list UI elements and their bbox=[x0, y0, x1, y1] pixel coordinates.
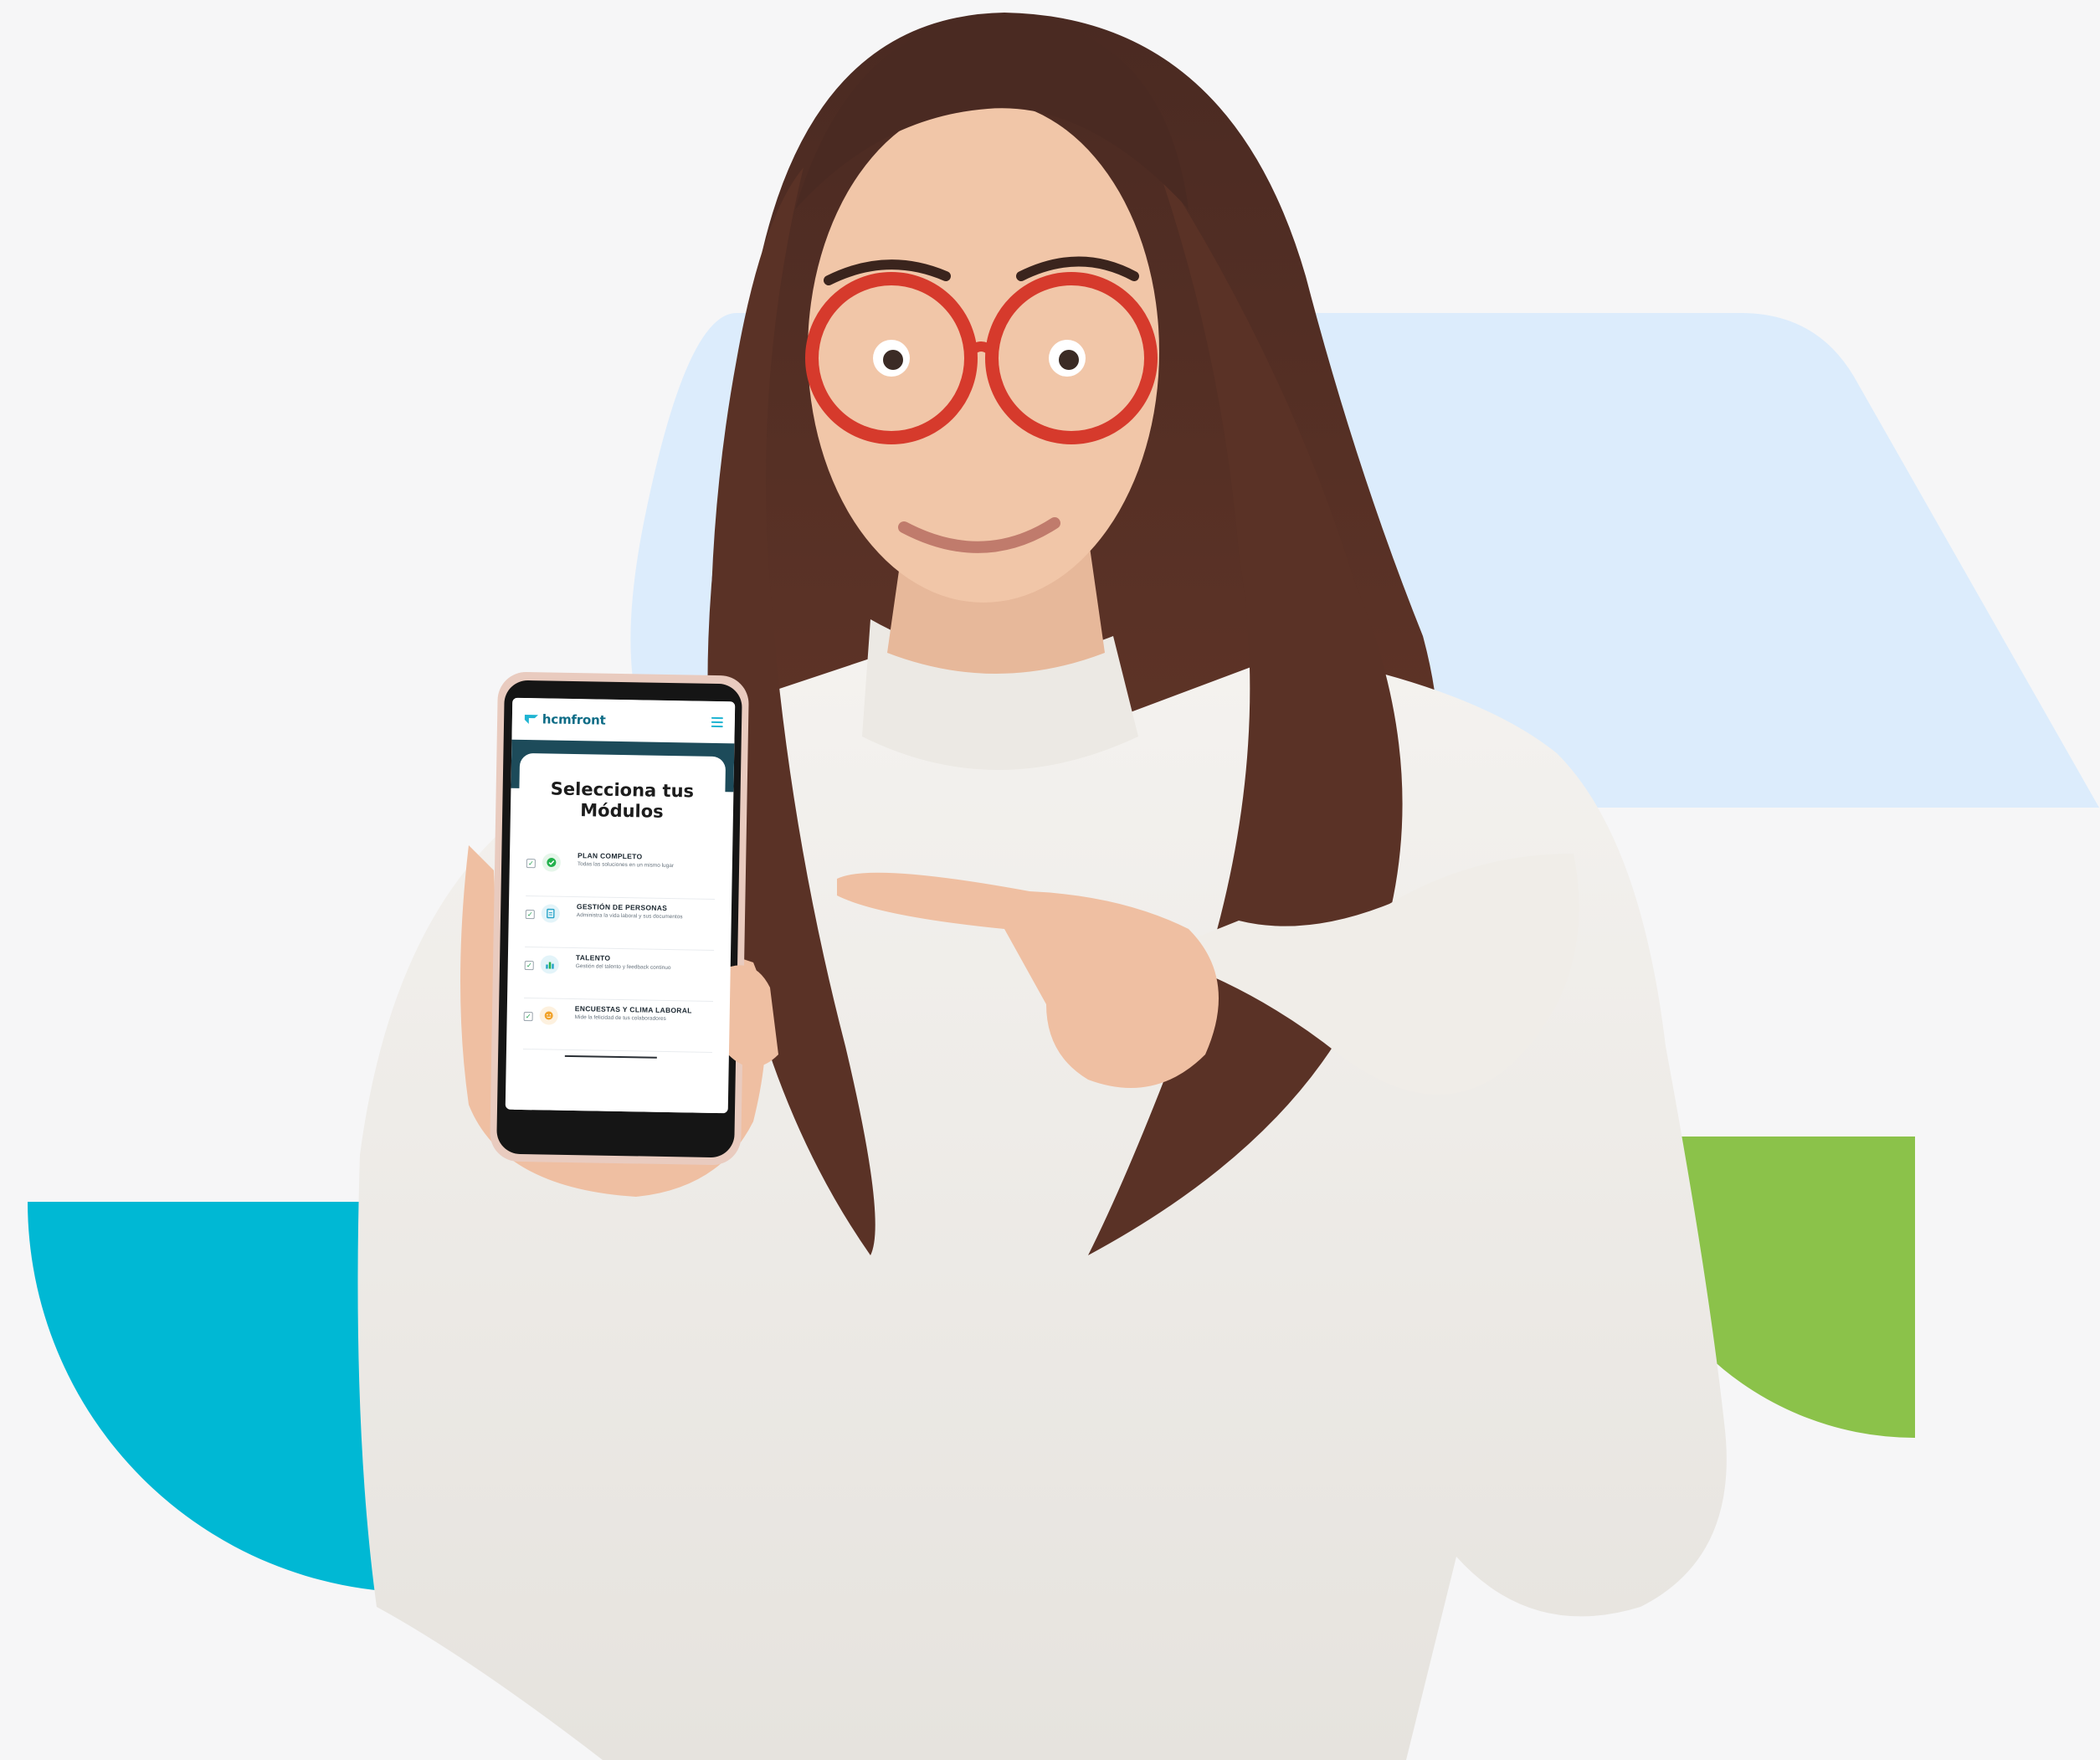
document-icon bbox=[541, 904, 561, 923]
page-title: Selecciona tus Módulos bbox=[550, 778, 695, 822]
module-checkbox[interactable]: ✓ bbox=[524, 961, 534, 971]
module-item-talento[interactable]: ✓ TALENTO Gestión del talento y feedback… bbox=[524, 947, 715, 1002]
module-title: ENCUESTAS Y CLIMA LABORAL bbox=[574, 1004, 692, 1015]
module-title: GESTIÓN DE PERSONAS bbox=[576, 902, 668, 912]
module-description: Todas las soluciones en un mismo lugar bbox=[577, 861, 675, 870]
module-description: Mide la felicidad de tus colaboradores bbox=[574, 1014, 666, 1022]
check-shield-icon bbox=[542, 853, 562, 872]
phone-screen: hcmfront Selecciona tus Módulos ✓ PLAN C… bbox=[505, 697, 736, 1114]
hamburger-menu-icon[interactable] bbox=[711, 716, 723, 728]
module-description: Gestión del talento y feedback continuo bbox=[575, 963, 671, 972]
modules-card: Selecciona tus Módulos ✓ PLAN COMPLETO T… bbox=[513, 752, 727, 1114]
hcmfront-logo-icon bbox=[524, 714, 538, 725]
module-item-gestion-de-personas[interactable]: ✓ GESTIÓN DE PERSONAS Administra la vida… bbox=[525, 896, 716, 951]
module-list: ✓ PLAN COMPLETO Todas las soluciones en … bbox=[515, 845, 724, 1053]
person-illustration bbox=[357, 13, 1727, 1760]
module-title: PLAN COMPLETO bbox=[577, 851, 643, 861]
module-description: Administra la vida laboral y sus documen… bbox=[576, 912, 683, 921]
glasses-bridge bbox=[967, 341, 996, 356]
talent-icon bbox=[540, 955, 559, 974]
eye-right-pupil bbox=[1059, 350, 1079, 370]
brand-logo[interactable]: hcmfront bbox=[524, 711, 606, 728]
eye-left-pupil bbox=[883, 350, 903, 370]
brand-name: hcmfront bbox=[542, 711, 606, 728]
module-checkbox[interactable]: ✓ bbox=[526, 859, 536, 869]
survey-icon bbox=[539, 1006, 558, 1025]
module-item-encuestas-y-clima-laboral[interactable]: ✓ ENCUESTAS Y CLIMA LABORAL Mide la feli… bbox=[522, 998, 714, 1053]
module-title: TALENTO bbox=[575, 953, 611, 962]
app-header: hcmfront bbox=[511, 697, 736, 744]
more-modules-indicator bbox=[564, 1054, 657, 1069]
module-item-plan-completo[interactable]: ✓ PLAN COMPLETO Todas las soluciones en … bbox=[526, 845, 716, 900]
module-checkbox[interactable]: ✓ bbox=[523, 1012, 533, 1022]
module-checkbox[interactable]: ✓ bbox=[525, 910, 535, 920]
